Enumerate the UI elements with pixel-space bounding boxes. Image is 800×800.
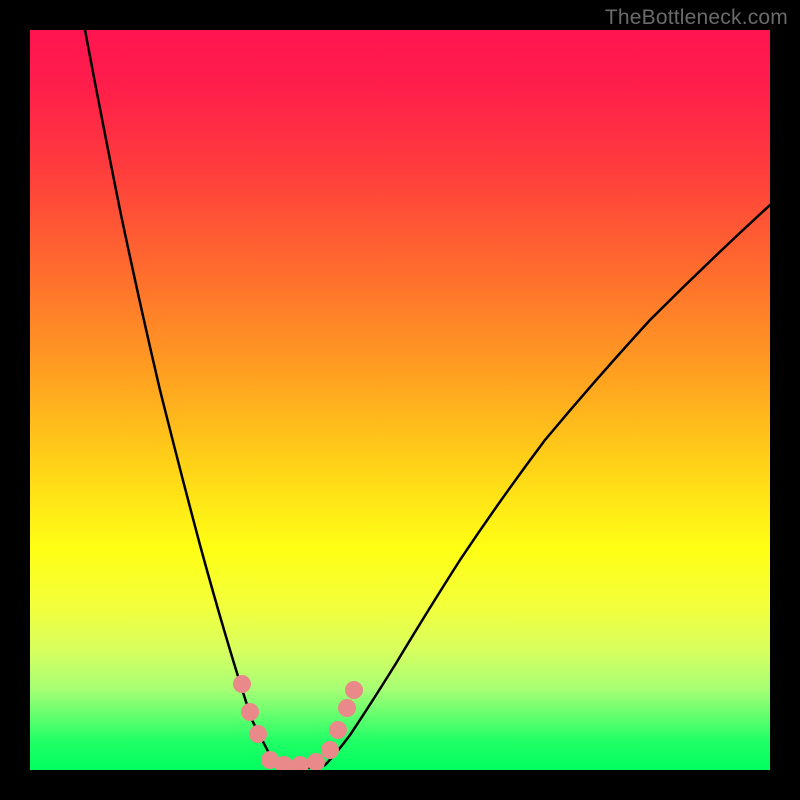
chart-frame: TheBottleneck.com bbox=[0, 0, 800, 800]
chart-svg bbox=[30, 30, 770, 770]
curve-right-branch bbox=[325, 205, 770, 765]
watermark-text: TheBottleneck.com bbox=[605, 6, 788, 30]
curve-left-branch bbox=[85, 30, 278, 765]
plot-area bbox=[30, 30, 770, 770]
